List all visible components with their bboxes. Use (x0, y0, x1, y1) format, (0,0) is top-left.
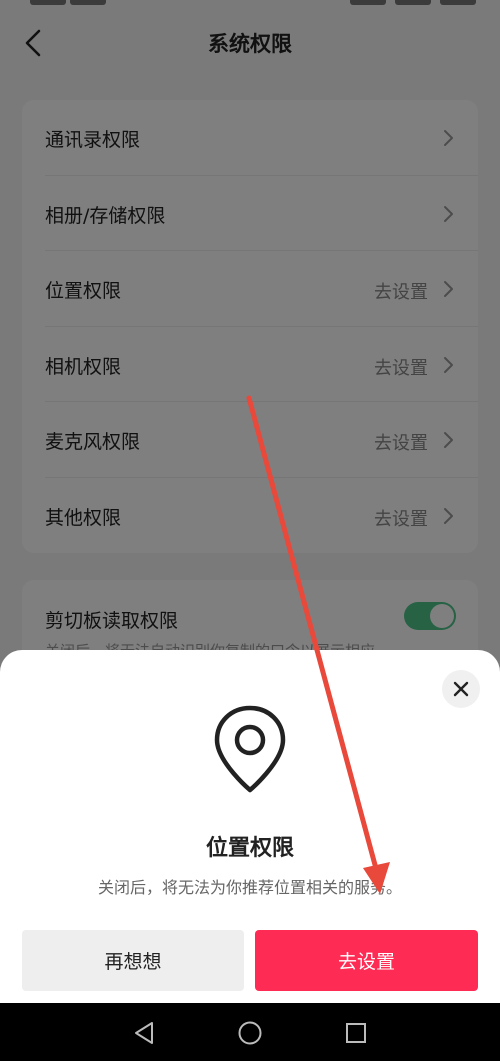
nav-recents-button[interactable] (342, 1019, 370, 1047)
circle-home-icon (238, 1021, 262, 1045)
dialog-title: 位置权限 (205, 836, 294, 861)
location-pin-icon (214, 705, 286, 793)
permission-dialog: 位置权限 关闭后，将无法为你推荐位置相关的服务。 再想想 去设置 (0, 650, 500, 1005)
settings-screen: 系统权限 通讯录权限 相册/存储权限 位置权限 去设置 相机权限 去设置 (0, 0, 500, 1061)
go-settings-button[interactable]: 去设置 (255, 930, 478, 991)
square-recents-icon (346, 1023, 366, 1043)
system-nav-bar (0, 1003, 500, 1061)
cancel-button[interactable]: 再想想 (22, 930, 244, 991)
dialog-description: 关闭后，将无法为你推荐位置相关的服务。 (97, 878, 402, 897)
triangle-back-icon (135, 1022, 153, 1044)
nav-home-button[interactable] (236, 1019, 264, 1047)
nav-back-button[interactable] (130, 1019, 158, 1047)
close-button[interactable] (442, 670, 480, 708)
close-icon (453, 681, 469, 697)
